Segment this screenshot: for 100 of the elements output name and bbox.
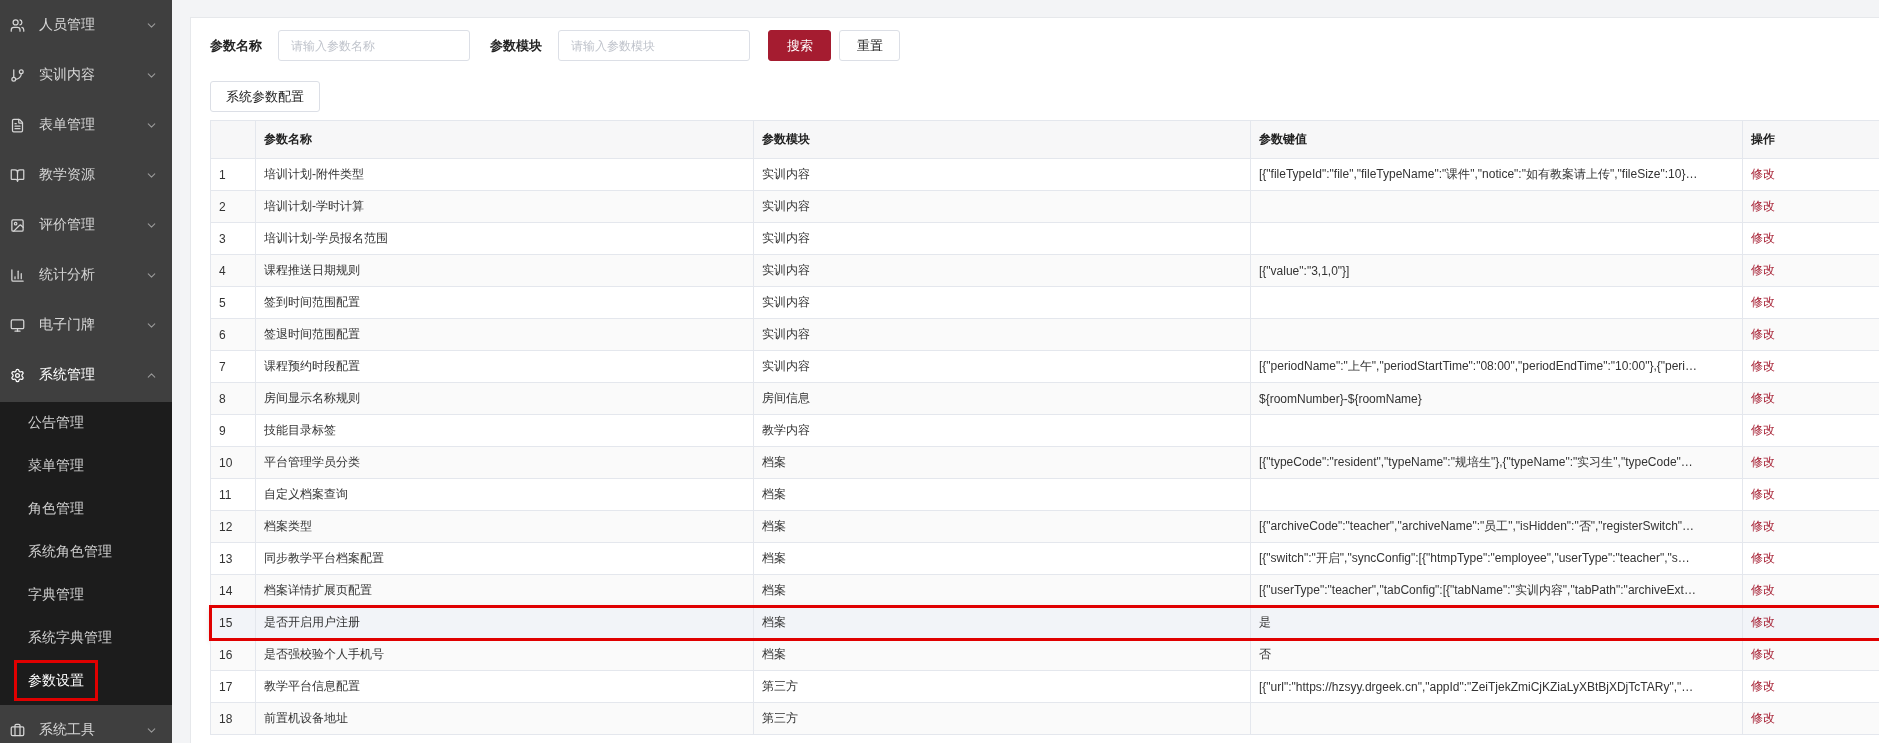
table-row[interactable]: 2 培训计划-学时计算 实训内容 修改 [210,190,1879,223]
table-row[interactable]: 18 前置机设备地址 第三方 修改 [210,702,1879,735]
table-cell: 教学平台信息配置 [255,670,754,703]
table-cell: [{"url":"https://hzsyy.drgeek.cn","appId":"ZeiTjekZmiCjKZiaLyXBtBjXDjTcTARy","… [1250,670,1743,703]
submenu-item[interactable]: 系统角色管理 [14,531,162,572]
table-cell: 6 [210,318,256,351]
submenu-item[interactable]: 参数设置 [14,660,98,701]
table-cell: 培训计划-附件类型 [255,158,754,191]
edit-link[interactable]: 修改 [1751,263,1775,277]
table-cell: 8 [210,382,256,415]
table-cell: [{"value":"3,1,0"}] [1250,254,1743,287]
table-cell: 10 [210,446,256,479]
edit-link[interactable]: 修改 [1751,615,1775,629]
table-row[interactable]: 3 培训计划-学员报名范围 实训内容 修改 [210,222,1879,255]
table-cell: 11 [210,478,256,511]
table-cell: 9 [210,414,256,447]
edit-link[interactable]: 修改 [1751,551,1775,565]
edit-link[interactable]: 修改 [1751,231,1775,245]
header-cell: 参数键值 [1250,120,1743,159]
sidebar-menu-item[interactable]: 电子门牌 [0,300,172,350]
table-row[interactable]: 1 培训计划-附件类型 实训内容 [{"fileTypeId":"file","fileTypeName":"课件","notice":"如有教案请上传","fileSize":10}… 修改 [210,158,1879,191]
table-cell: [{"switch":"开启","syncConfig":[{"htmpType":"employee","userType":"teacher","s… [1250,542,1743,575]
users-icon [10,17,25,33]
table-row[interactable]: 12 档案类型 档案 [{"archiveCode":"teacher","archiveName":"员工","isHidden":"否","registerSwitch"… 修改 [210,510,1879,543]
table-cell: 同步教学平台档案配置 [255,542,754,575]
picture-icon [10,217,25,233]
header-cell: 参数名称 [255,120,754,159]
reset-button[interactable]: 重置 [839,30,900,61]
table-cell: 技能目录标签 [255,414,754,447]
document-icon [10,117,25,133]
sidebar-menu-item[interactable]: 系统工具 [0,705,172,743]
table-row[interactable]: 6 签退时间范围配置 实训内容 修改 [210,318,1879,351]
submenu-item[interactable]: 系统字典管理 [14,617,162,658]
table-cell: 4 [210,254,256,287]
table-cell: 课程推送日期规则 [255,254,754,287]
edit-link[interactable]: 修改 [1751,647,1775,661]
table-row[interactable]: 5 签到时间范围配置 实训内容 修改 [210,286,1879,319]
table-cell: 教学内容 [753,414,1251,447]
edit-link[interactable]: 修改 [1751,423,1775,437]
table-cell: 2 [210,190,256,223]
table-cell: 是否强校验个人手机号 [255,638,754,671]
table-cell: [{"periodName":"上午","periodStartTime":"08:00","periodEndTime":"10:00"},{"peri… [1250,350,1743,383]
table-row[interactable]: 4 课程推送日期规则 实训内容 [{"value":"3,1,0"}] 修改 [210,254,1879,287]
submenu-item[interactable]: 角色管理 [14,488,162,529]
table-cell: 房间信息 [753,382,1251,415]
sidebar-menu-item[interactable]: 表单管理 [0,100,172,150]
book-icon [10,167,25,183]
edit-link[interactable]: 修改 [1751,519,1775,533]
table-cell: 平台管理学员分类 [255,446,754,479]
table-row[interactable]: 17 教学平台信息配置 第三方 [{"url":"https://hzsyy.drgeek.cn","appId":"ZeiTjekZmiCjKZiaLyXBtBjXDjTcTARy","… 修改 [210,670,1879,703]
settings-icon [10,367,25,383]
config-button[interactable]: 系统参数配置 [210,81,320,112]
monitor-icon [10,317,25,333]
table-row[interactable]: 11 自定义档案查询 档案 修改 [210,478,1879,511]
table-cell: 13 [210,542,256,575]
filter-input[interactable]: 请输入参数名称 [278,30,470,61]
sidebar-menu-item[interactable]: 实训内容 [0,50,172,100]
edit-link[interactable]: 修改 [1751,679,1775,693]
sidebar-menu-item[interactable]: 评价管理 [0,200,172,250]
edit-link[interactable]: 修改 [1751,359,1775,373]
highlighted-row[interactable]: 15 是否开启用户注册 档案 是 修改 [210,606,1879,639]
bar-chart-icon [10,267,25,283]
edit-link[interactable]: 修改 [1751,167,1775,181]
submenu-item[interactable]: 字典管理 [14,574,162,615]
table-row[interactable]: 14 档案详情扩展页配置 档案 [{"userType":"teacher","tabConfig":[{"tabName":"实训内容","tabPath":"archiveExt… 修改 [210,574,1879,607]
header-cell: 操作 [1742,120,1879,159]
branch-icon [10,67,25,83]
edit-link[interactable]: 修改 [1751,487,1775,501]
table-cell: 实训内容 [753,286,1251,319]
table-cell: 16 [210,638,256,671]
sidebar-menu-item[interactable]: 教学资源 [0,150,172,200]
table-row[interactable]: 7 课程预约时段配置 实训内容 [{"periodName":"上午","periodStartTime":"08:00","periodEndTime":"10:00"},{"peri… 修改 [210,350,1879,383]
table-row[interactable]: 9 技能目录标签 教学内容 修改 [210,414,1879,447]
table-cell: 档案类型 [255,510,754,543]
sidebar-menu-item[interactable]: 统计分析 [0,250,172,300]
search-button[interactable]: 搜索 [768,30,831,61]
table-cell: 课程预约时段配置 [255,350,754,383]
sidebar-menu-item[interactable]: 系统管理 [0,350,172,400]
submenu-item[interactable]: 菜单管理 [14,445,162,486]
edit-link[interactable]: 修改 [1751,711,1775,725]
table-cell: 档案 [753,542,1251,575]
table-cell: 实训内容 [753,254,1251,287]
table-cell: [{"typeCode":"resident","typeName":"规培生"},{"typeName":"实习生","typeCode"… [1250,446,1743,479]
table-row[interactable]: 8 房间显示名称规则 房间信息 ${roomNumber}-${roomName} 修改 [210,382,1879,415]
table-cell: 房间显示名称规则 [255,382,754,415]
table-cell: 自定义档案查询 [255,478,754,511]
table-cell: 17 [210,670,256,703]
edit-link[interactable]: 修改 [1751,295,1775,309]
filter-input[interactable]: 请输入参数模块 [558,30,750,61]
table-cell: 3 [210,222,256,255]
edit-link[interactable]: 修改 [1751,199,1775,213]
table-row[interactable]: 10 平台管理学员分类 档案 [{"typeCode":"resident","typeName":"规培生"},{"typeName":"实习生","typeCode"… 修改 [210,446,1879,479]
edit-link[interactable]: 修改 [1751,391,1775,405]
filter-label: 参数名称 [210,36,262,55]
sidebar-menu-item[interactable]: 人员管理 [0,0,172,50]
submenu-item[interactable]: 公告管理 [14,402,162,443]
edit-link[interactable]: 修改 [1751,583,1775,597]
edit-link[interactable]: 修改 [1751,327,1775,341]
table-row[interactable]: 13 同步教学平台档案配置 档案 [{"switch":"开启","syncConfig":[{"htmpType":"employee","userType":"teacher","s… 修改 [210,542,1879,575]
edit-link[interactable]: 修改 [1751,455,1775,469]
